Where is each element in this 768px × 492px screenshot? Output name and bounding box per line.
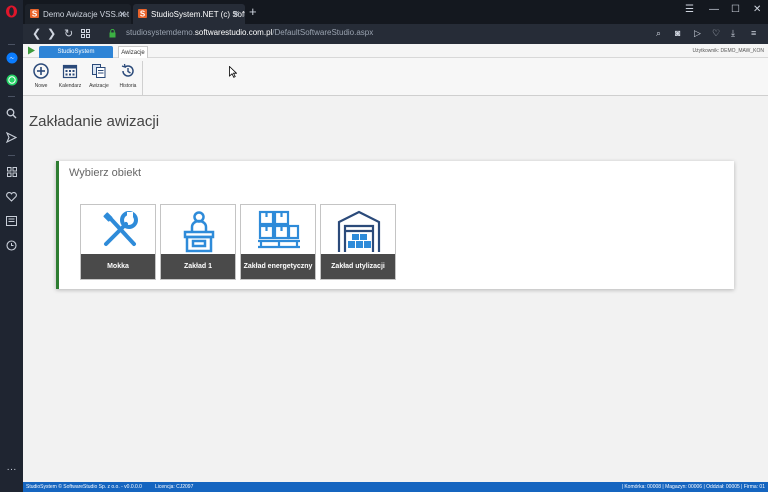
status-license: Licencja: CJ2097	[155, 484, 194, 490]
tile-label: Zakład energetyczny	[241, 254, 315, 279]
ribbon-label: Nowe	[34, 83, 48, 89]
status-context: | Komórka: 00008 | Magazyn: 00006 | Oddz…	[621, 484, 765, 490]
whatsapp-icon[interactable]	[4, 72, 19, 87]
history-button[interactable]: Historia	[114, 61, 142, 93]
news-icon[interactable]	[4, 213, 19, 228]
tile-label: Mokka	[81, 254, 155, 279]
tab-studiosystem[interactable]: StudioSystem	[39, 46, 113, 58]
send-icon[interactable]	[4, 130, 19, 145]
tab-menu-icon[interactable]: ☰	[685, 4, 694, 15]
send-icon[interactable]: ▷	[694, 28, 701, 39]
tile-label: Zakład utylizacji	[321, 254, 395, 279]
easy-setup-icon[interactable]: ≡	[751, 28, 756, 38]
ribbon-label: Awizacje	[89, 83, 109, 89]
studiosystem-favicon-icon: S	[138, 9, 147, 18]
status-copyright: StudioSystem © SoftwareStudio Sp. z o.o.…	[26, 484, 142, 490]
calendar-button[interactable]: Kalendarz	[56, 61, 84, 93]
page-title: Zakładanie awizacji	[29, 113, 160, 130]
warehouse-icon	[337, 210, 381, 252]
heart-icon[interactable]: ♡	[712, 28, 720, 39]
card-title: Wybierz obiekt	[69, 167, 142, 179]
tile-zaklad-utylizacji[interactable]: Zakład utylizacji	[320, 204, 396, 280]
tools-icon	[103, 211, 138, 246]
search-icon[interactable]	[4, 106, 19, 121]
calendar-icon	[62, 64, 78, 79]
ribbon-group: Nowe Kalendarz Awizacje Historia	[27, 61, 143, 95]
close-tab-icon[interactable]: ✕	[118, 9, 126, 20]
object-selection-card: Wybierz obiekt Mokka Zakład 1 Zakład ene…	[56, 161, 734, 289]
status-bar: StudioSystem © SoftwareStudio Sp. z o.o.…	[23, 482, 768, 492]
url-field[interactable]: studiosystemdemo.softwarestudio.com.pl/D…	[126, 28, 373, 37]
user-label: Użytkownik: DEMO_MAW_KON	[692, 48, 765, 54]
camera-icon[interactable]: ◙	[675, 28, 680, 38]
app-logo-icon	[28, 46, 35, 55]
tile-label: Zakład 1	[161, 254, 235, 279]
mouse-cursor-icon	[229, 66, 237, 78]
plus-circle-icon	[33, 63, 49, 79]
tile-zaklad-1[interactable]: Zakład 1	[160, 204, 236, 280]
tabs-grid-button[interactable]	[81, 27, 90, 42]
opera-logo-icon[interactable]	[4, 4, 19, 19]
messenger-icon[interactable]	[4, 50, 19, 65]
heart-icon[interactable]	[4, 189, 19, 204]
svg-text:S: S	[140, 10, 146, 19]
history-clock-icon[interactable]	[4, 238, 19, 253]
app-header: StudioSystem Awizacje Użytkownik: DEMO_M…	[23, 44, 768, 58]
forward-button[interactable]: ❯	[47, 27, 56, 41]
reception-desk-icon	[183, 211, 215, 253]
search-icon[interactable]: ⌕	[656, 28, 661, 39]
svg-text:S: S	[32, 10, 38, 19]
tile-zaklad-energetyczny[interactable]: Zakład energetyczny	[240, 204, 316, 280]
tile-mokka[interactable]: Mokka	[80, 204, 156, 280]
tab-studiosystem[interactable]: S StudioSystem.NET (c) Soft ✕	[133, 4, 245, 24]
address-bar: ❮ ❯ ↻ studiosystemdemo.softwarestudio.co…	[23, 24, 768, 44]
new-tab-button[interactable]: +	[249, 5, 257, 18]
browser-sidebar: ···	[0, 0, 23, 492]
tab-awizacje[interactable]: Awizacje	[118, 46, 148, 58]
close-tab-icon[interactable]: ✕	[232, 9, 240, 20]
ribbon-toolbar: Nowe Kalendarz Awizacje Historia	[23, 58, 768, 96]
lock-icon	[109, 29, 116, 38]
tab-demo-awizacje[interactable]: S Demo Awizacje VSS.net - D ✕	[25, 4, 131, 24]
history-icon	[121, 63, 134, 77]
ribbon-label: Historia	[119, 83, 137, 89]
maximize-button[interactable]: ☐	[731, 4, 740, 15]
reload-button[interactable]: ↻	[64, 27, 73, 41]
download-icon[interactable]: ⤓	[731, 28, 735, 39]
back-button[interactable]: ❮	[32, 27, 41, 41]
close-window-button[interactable]: ✕	[753, 4, 761, 15]
pallet-boxes-icon	[258, 210, 300, 249]
minimize-button[interactable]: —	[709, 4, 719, 15]
ribbon-label: Kalendarz	[58, 83, 82, 89]
tab-title: StudioSystem.NET (c) Soft	[151, 9, 245, 19]
speed-dial-icon[interactable]	[4, 164, 19, 179]
awizacje-button[interactable]: Awizacje	[85, 61, 113, 93]
documents-icon	[92, 64, 106, 78]
more-icon[interactable]: ···	[4, 462, 19, 477]
studiosystem-favicon-icon: S	[30, 9, 39, 18]
browser-tabbar: S Demo Awizacje VSS.net - D ✕ S StudioSy…	[23, 0, 768, 24]
new-button[interactable]: Nowe	[27, 61, 55, 93]
